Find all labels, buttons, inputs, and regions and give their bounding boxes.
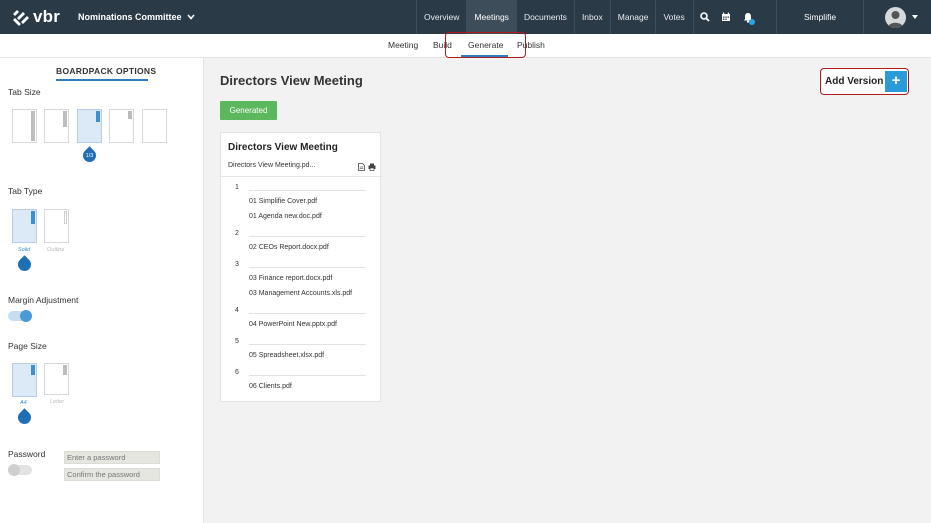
- confirm-password-input[interactable]: [64, 468, 160, 481]
- sidebar-title: BOARDPACK OPTIONS: [56, 66, 157, 76]
- document-item[interactable]: 03 Management Accounts.xls.pdf: [249, 290, 352, 297]
- nav-overview[interactable]: Overview: [416, 0, 466, 34]
- tab-meeting[interactable]: Meeting: [388, 40, 418, 50]
- document-item[interactable]: 05 Spreadsheet.xlsx.pdf: [249, 352, 324, 359]
- search-button[interactable]: [693, 0, 715, 34]
- plus-icon[interactable]: +: [885, 71, 907, 92]
- section-number: 4: [235, 307, 239, 314]
- section-divider: [249, 190, 366, 191]
- card-file-actions: [358, 163, 376, 171]
- section-divider: [249, 344, 366, 345]
- boardpack-options-panel: BOARDPACK OPTIONS Tab Size 1/3 Tab Type …: [0, 58, 204, 523]
- section-number: 6: [235, 369, 239, 376]
- tab-type-outline[interactable]: [44, 209, 69, 243]
- tab-type-marker-icon: [15, 255, 34, 274]
- calendar-button[interactable]: [715, 0, 737, 34]
- page-size-letter[interactable]: [44, 363, 69, 395]
- sidebar-title-underline: [56, 79, 148, 81]
- margin-adjustment-toggle[interactable]: [8, 310, 32, 322]
- nav-votes[interactable]: Votes: [655, 0, 691, 34]
- user-avatar-icon: [888, 11, 903, 28]
- add-version-label: Add Version: [825, 76, 884, 87]
- committee-selector[interactable]: Nominations Committee: [70, 0, 195, 34]
- section-divider: [249, 236, 366, 237]
- app-logo[interactable]: vbr: [11, 7, 61, 26]
- top-navbar: vbr Nominations Committee Overview Meeti…: [0, 0, 931, 34]
- password-toggle[interactable]: [8, 464, 32, 476]
- tab-type-outline-caption: Outline: [47, 247, 65, 253]
- user-menu-caret-icon[interactable]: [912, 15, 918, 19]
- calendar-icon: [722, 12, 730, 21]
- document-item[interactable]: 03 Finance report.docx.pdf: [249, 275, 332, 282]
- vbr-logo-icon: [13, 10, 29, 26]
- section-number: 5: [235, 338, 239, 345]
- chevron-down-icon: [186, 14, 195, 20]
- tab-size-half[interactable]: [44, 109, 69, 143]
- document-item[interactable]: 04 PowerPoint New.pptx.pdf: [249, 321, 337, 328]
- nav-inbox[interactable]: Inbox: [573, 0, 610, 34]
- notifications-button[interactable]: [737, 0, 759, 34]
- document-item[interactable]: 06 Clients.pdf: [249, 383, 292, 390]
- notification-dot: [749, 19, 755, 25]
- page-size-marker-icon: [15, 408, 34, 427]
- card-file-link[interactable]: Directors View Meeting.pd...: [228, 162, 315, 169]
- section-divider: [249, 267, 366, 268]
- tab-size-label: Tab Size: [8, 87, 41, 97]
- tab-type-solid-caption: Solid: [18, 247, 31, 253]
- user-name[interactable]: Simplifie: [776, 0, 864, 34]
- section-divider: [249, 375, 366, 376]
- generate-highlight-box: [445, 32, 526, 58]
- document-item[interactable]: 01 Agenda new.doc.pdf: [249, 213, 322, 220]
- nav-documents[interactable]: Documents: [515, 0, 574, 34]
- page-size-a4[interactable]: [12, 363, 37, 397]
- boardpack-card: Directors View Meeting Directors View Me…: [220, 132, 382, 402]
- margin-adjustment-label: Margin Adjustment: [8, 295, 79, 305]
- nav-meetings[interactable]: Meetings: [466, 0, 516, 34]
- logo-text: vbr: [33, 7, 61, 26]
- card-title: Directors View Meeting: [228, 142, 338, 153]
- nav-manage[interactable]: Manage: [609, 0, 656, 34]
- page-size-a4-caption: A4: [20, 400, 27, 406]
- tab-type-label: Tab Type: [8, 186, 43, 196]
- document-icon[interactable]: [358, 163, 365, 171]
- tab-size-none[interactable]: [142, 109, 167, 143]
- tab-size-full[interactable]: [12, 109, 37, 143]
- section-number: 2: [235, 230, 239, 237]
- add-version-button[interactable]: Add Version +: [820, 68, 909, 95]
- print-icon[interactable]: [368, 163, 376, 171]
- search-icon: [699, 12, 710, 22]
- tab-size-value: 1/3: [85, 153, 94, 159]
- section-number: 1: [235, 184, 239, 191]
- password-label: Password: [8, 449, 46, 459]
- page-title: Directors View Meeting: [220, 73, 363, 88]
- document-item[interactable]: 02 CEOs Report.docx.pdf: [249, 244, 329, 251]
- committee-name: Nominations Committee: [78, 12, 182, 22]
- main-nav: Overview Meetings Documents Inbox Manage…: [416, 0, 692, 34]
- tab-size-third[interactable]: [77, 109, 102, 143]
- tab-type-solid[interactable]: [12, 209, 37, 243]
- section-divider: [249, 313, 366, 314]
- card-divider: [221, 176, 382, 177]
- section-number: 3: [235, 261, 239, 268]
- document-item[interactable]: 01 Simplifie Cover.pdf: [249, 198, 317, 205]
- avatar[interactable]: [885, 7, 906, 28]
- password-input[interactable]: [64, 451, 160, 464]
- page-size-label: Page Size: [8, 341, 47, 351]
- tab-size-quarter[interactable]: [109, 109, 134, 143]
- page-size-letter-caption: Letter: [50, 399, 65, 405]
- status-badge: Generated: [220, 101, 277, 120]
